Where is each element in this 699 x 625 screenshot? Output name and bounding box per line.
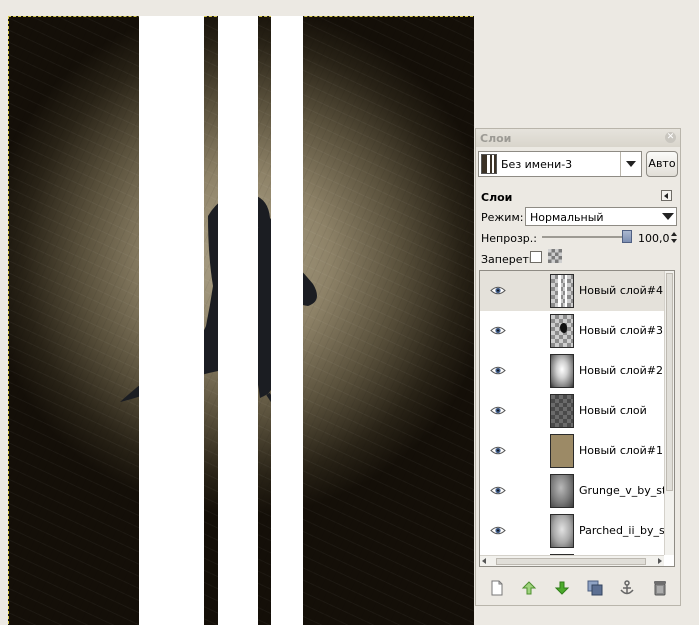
layer-name: Новый слой#3 <box>579 324 663 337</box>
eye-icon[interactable] <box>490 405 506 416</box>
dock-title: Слои <box>480 132 512 145</box>
layer-name: Grunge_v_by_struc <box>579 484 675 497</box>
layer-row[interactable]: Новый слой#1 <box>480 431 664 471</box>
layers-dock: Слои ✕ Без имени-3 Авто Слои Режим: Норм… <box>475 128 681 606</box>
chevron-down-icon <box>662 213 674 220</box>
layer-thumbnail <box>550 394 574 428</box>
layer-name: Новый слой#4 <box>579 284 663 297</box>
eye-icon[interactable] <box>490 325 506 336</box>
layer-name: Parched_ii_by_struc <box>579 524 674 537</box>
opacity-slider-handle[interactable] <box>622 230 632 243</box>
opacity-label: Непрозр.: <box>481 232 537 245</box>
vertical-scrollbar[interactable] <box>664 271 674 555</box>
mode-value: Нормальный <box>530 211 604 224</box>
lock-alpha-icon[interactable] <box>548 249 562 263</box>
eye-icon[interactable] <box>490 445 506 456</box>
layer-thumbnail <box>550 354 574 388</box>
layer-row[interactable]: Новый слой <box>480 391 664 431</box>
spin-arrows-icon[interactable] <box>670 231 678 245</box>
scrollbar-thumb[interactable] <box>666 273 673 491</box>
eye-icon[interactable] <box>490 365 506 376</box>
lower-layer-icon[interactable] <box>553 579 571 597</box>
layer-thumbnail <box>550 434 574 468</box>
mode-select[interactable]: Нормальный <box>525 207 677 226</box>
white-stripe <box>139 16 204 625</box>
eye-icon[interactable] <box>490 285 506 296</box>
mode-label: Режим: <box>481 211 524 224</box>
raise-layer-icon[interactable] <box>520 579 538 597</box>
layer-toolbar <box>476 575 680 601</box>
chevron-down-icon[interactable] <box>620 152 641 176</box>
image-canvas[interactable] <box>8 16 474 625</box>
image-selector[interactable]: Без имени-3 <box>478 151 642 177</box>
scrollbar-thumb[interactable] <box>496 558 646 565</box>
eye-icon[interactable] <box>490 485 506 496</box>
delete-layer-icon[interactable] <box>651 579 669 597</box>
panel-header: Слои <box>481 191 513 204</box>
white-stripe <box>271 16 303 625</box>
auto-button[interactable]: Авто <box>646 151 678 177</box>
white-stripe <box>218 16 258 625</box>
layer-row[interactable]: Новый слой#3 <box>480 311 664 351</box>
layer-thumbnail <box>550 474 574 508</box>
layer-row[interactable]: Новый слой#4 <box>480 271 664 311</box>
layer-name: Новый слой#2 <box>579 364 663 377</box>
layer-thumbnail <box>550 314 574 348</box>
duplicate-layer-icon[interactable] <box>586 579 604 597</box>
layer-row[interactable]: Grunge_v_by_struc <box>480 471 674 511</box>
close-icon[interactable]: ✕ <box>665 132 676 143</box>
opacity-value[interactable]: 100,0 <box>638 232 670 245</box>
new-layer-icon[interactable] <box>488 579 506 597</box>
horizontal-scrollbar[interactable] <box>480 555 664 566</box>
arrow-right-icon[interactable] <box>658 558 662 564</box>
layers-list[interactable]: Новый слой#4 Новый слой#3 Новый слой#2 Новы… <box>479 270 675 567</box>
anchor-layer-icon[interactable] <box>618 579 636 597</box>
lock-pixels-checkbox[interactable] <box>530 251 542 263</box>
layer-row[interactable]: Новый слой#2 <box>480 351 664 391</box>
arrow-left-icon[interactable] <box>482 558 486 564</box>
panel-menu-icon[interactable] <box>661 190 672 201</box>
image-name: Без имени-3 <box>501 158 573 171</box>
layer-name: Новый слой#1 <box>579 444 663 457</box>
opacity-slider[interactable] <box>542 236 632 238</box>
layer-thumbnail <box>550 514 574 548</box>
dock-titlebar[interactable]: Слои ✕ <box>476 129 680 147</box>
layer-name: Новый слой <box>579 404 647 417</box>
layer-thumbnail <box>550 274 574 308</box>
eye-icon[interactable] <box>490 525 506 536</box>
layer-row[interactable]: Parched_ii_by_struc <box>480 511 674 551</box>
image-thumbnail <box>481 154 497 174</box>
